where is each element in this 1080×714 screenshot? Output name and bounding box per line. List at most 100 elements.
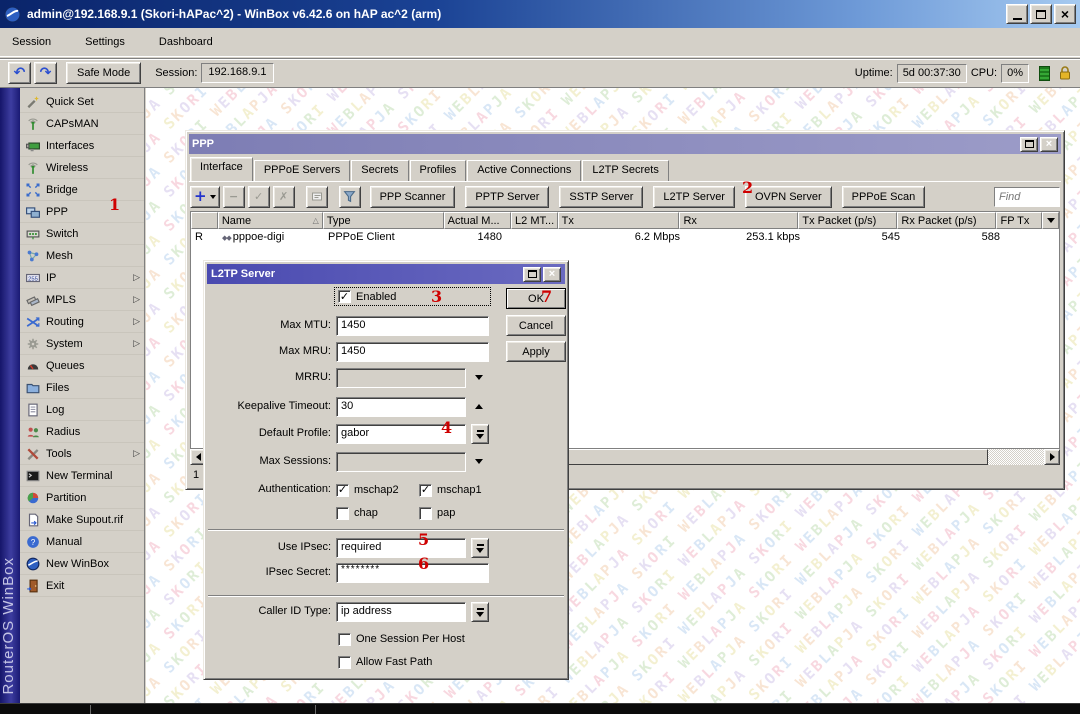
ppp-close-button[interactable]: × — [1040, 137, 1058, 152]
max-sessions-field[interactable] — [336, 452, 466, 472]
allow-fast-path-checkbox[interactable] — [338, 656, 351, 669]
maximize-button[interactable] — [1030, 4, 1052, 24]
sidebar-item-tools[interactable]: Tools▷ — [20, 443, 144, 465]
sidebar-item-interfaces[interactable]: Interfaces — [20, 135, 144, 157]
tab-pppoe-servers[interactable]: PPPoE Servers — [254, 160, 350, 182]
column-rx-packet[interactable]: Rx Packet (p/s) — [897, 212, 996, 229]
sidebar-item-mesh[interactable]: Mesh — [20, 245, 144, 267]
scroll-right-button[interactable] — [1044, 449, 1060, 465]
filter-button[interactable] — [339, 186, 361, 208]
dialog-maximize-button[interactable] — [523, 267, 541, 282]
column-type[interactable]: Type — [323, 212, 444, 229]
tab-interface[interactable]: Interface — [190, 157, 253, 182]
remove-button[interactable]: − — [223, 186, 245, 208]
undo-button[interactable]: ↶ — [8, 62, 31, 84]
use-ipsec-field[interactable]: required — [336, 538, 466, 558]
sidebar-item-quick-set[interactable]: Quick Set — [20, 91, 144, 113]
sidebar-item-new-winbox[interactable]: New WinBox — [20, 553, 144, 575]
redo-button[interactable]: ↷ — [34, 62, 57, 84]
disable-button[interactable]: ✗ — [273, 186, 295, 208]
mschap2-checkbox[interactable] — [336, 484, 349, 497]
max-mtu-field[interactable]: 1450 — [336, 316, 489, 336]
close-button[interactable]: × — [1054, 4, 1076, 24]
menu-dashboard[interactable]: Dashboard — [155, 34, 217, 50]
session-address[interactable]: 192.168.9.1 — [201, 63, 273, 83]
cancel-button[interactable]: Cancel — [506, 315, 566, 336]
one-session-per-host-checkbox[interactable] — [338, 633, 351, 646]
caller-id-type-field[interactable]: ip address — [336, 602, 466, 622]
enable-button[interactable]: ✓ — [248, 186, 270, 208]
caller-id-dropdown-button[interactable] — [471, 602, 489, 622]
sidebar-item-ppp[interactable]: PPP — [20, 201, 144, 223]
ppp-scanner-button[interactable]: PPP Scanner — [370, 186, 456, 208]
comment-button[interactable] — [306, 186, 328, 208]
ppp-maximize-button[interactable] — [1020, 137, 1038, 152]
sidebar-item-log[interactable]: Log — [20, 399, 144, 421]
ppp-window-titlebar[interactable]: PPP × — [189, 134, 1061, 154]
apply-button[interactable]: Apply — [506, 341, 566, 362]
enabled-checkbox[interactable] — [338, 290, 351, 303]
mrru-dropdown-icon[interactable] — [475, 375, 483, 380]
column-rx[interactable]: Rx — [679, 212, 798, 229]
switch-icon — [25, 227, 41, 241]
column-name[interactable]: Name△ — [218, 212, 323, 229]
use-ipsec-dropdown-button[interactable] — [471, 538, 489, 558]
sidebar-item-ip[interactable]: 255IP▷ — [20, 267, 144, 289]
max-mru-field[interactable]: 1450 — [336, 342, 489, 362]
mrru-field[interactable] — [336, 368, 466, 388]
sidebar: Quick Set CAPsMAN Interfaces Wireless Br… — [20, 88, 145, 703]
minimize-button[interactable] — [1006, 4, 1028, 24]
sidebar-item-make-supout[interactable]: Make Supout.rif — [20, 509, 144, 531]
sidebar-item-capsman[interactable]: CAPsMAN — [20, 113, 144, 135]
row-type: PPPoE Client — [324, 231, 446, 243]
column-select-button[interactable] — [1042, 212, 1059, 229]
sstp-server-button[interactable]: SSTP Server — [559, 186, 643, 208]
annotation-step-2: 2 — [742, 180, 753, 196]
tab-active-connections[interactable]: Active Connections — [467, 160, 581, 182]
chap-checkbox[interactable] — [336, 507, 349, 520]
ok-button[interactable]: OK — [506, 288, 566, 309]
dialog-close-button[interactable]: × — [543, 267, 561, 282]
sidebar-item-exit[interactable]: Exit — [20, 575, 144, 597]
sidebar-item-mpls[interactable]: MPLS▷ — [20, 289, 144, 311]
pap-label: pap — [437, 507, 455, 519]
keepalive-field[interactable]: 30 — [336, 397, 466, 417]
column-actual-mtu[interactable]: Actual M... — [444, 212, 511, 229]
pptp-server-button[interactable]: PPTP Server — [465, 186, 549, 208]
sidebar-item-files[interactable]: Files — [20, 377, 144, 399]
tab-profiles[interactable]: Profiles — [410, 160, 467, 182]
table-row[interactable]: R ◆◆pppoe-digi PPPoE Client 1480 6.2 Mbp… — [191, 229, 1059, 245]
sidebar-item-wireless[interactable]: Wireless — [20, 157, 144, 179]
sidebar-item-system[interactable]: System▷ — [20, 333, 144, 355]
keepalive-spin-up-icon[interactable] — [475, 404, 483, 409]
l2tp-server-button[interactable]: L2TP Server — [653, 186, 735, 208]
tab-l2tp-secrets[interactable]: L2TP Secrets — [582, 160, 668, 182]
mschap1-checkbox[interactable] — [419, 484, 432, 497]
menu-session[interactable]: Session — [8, 34, 55, 50]
sidebar-item-bridge[interactable]: Bridge — [20, 179, 144, 201]
sidebar-item-routing[interactable]: Routing▷ — [20, 311, 144, 333]
sidebar-item-radius[interactable]: Radius — [20, 421, 144, 443]
column-tx-packet[interactable]: Tx Packet (p/s) — [798, 212, 897, 229]
add-button[interactable]: + — [190, 186, 220, 208]
menu-settings[interactable]: Settings — [81, 34, 129, 50]
column-flags[interactable] — [191, 212, 218, 229]
sidebar-item-manual[interactable]: ?Manual — [20, 531, 144, 553]
sidebar-item-partition[interactable]: Partition — [20, 487, 144, 509]
find-input[interactable] — [994, 187, 1060, 207]
column-fp-tx[interactable]: FP Tx — [996, 212, 1042, 229]
ipsec-secret-field[interactable]: ******** — [336, 563, 489, 583]
sidebar-item-switch[interactable]: Switch — [20, 223, 144, 245]
sidebar-item-queues[interactable]: Queues — [20, 355, 144, 377]
tab-secrets[interactable]: Secrets — [351, 160, 408, 182]
safe-mode-button[interactable]: Safe Mode — [66, 62, 141, 84]
sidebar-item-new-terminal[interactable]: New Terminal — [20, 465, 144, 487]
default-profile-dropdown-button[interactable] — [471, 424, 489, 444]
pppoe-scan-button[interactable]: PPPoE Scan — [842, 186, 926, 208]
ovpn-server-button[interactable]: OVPN Server — [745, 186, 832, 208]
pap-checkbox[interactable] — [419, 507, 432, 520]
column-tx[interactable]: Tx — [558, 212, 680, 229]
column-l2mtu[interactable]: L2 MT... — [511, 212, 558, 229]
dialog-titlebar[interactable]: L2TP Server × — [207, 264, 565, 284]
max-sessions-dropdown-icon[interactable] — [475, 459, 483, 464]
